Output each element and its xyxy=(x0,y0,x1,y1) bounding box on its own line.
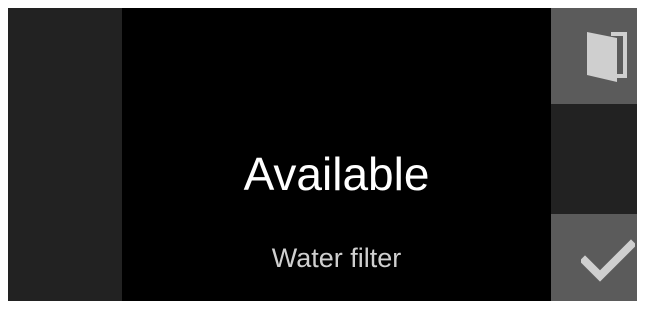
item-label: Water filter xyxy=(271,243,402,273)
confirm-button[interactable] xyxy=(551,214,637,301)
right-panel xyxy=(551,8,637,301)
status-text: Available xyxy=(243,148,430,200)
appliance-display: Available Water filter xyxy=(8,8,637,301)
right-panel-spacer xyxy=(551,104,637,214)
door-button[interactable] xyxy=(551,8,637,104)
left-panel xyxy=(8,8,122,301)
main-content: Available Water filter xyxy=(122,8,551,301)
